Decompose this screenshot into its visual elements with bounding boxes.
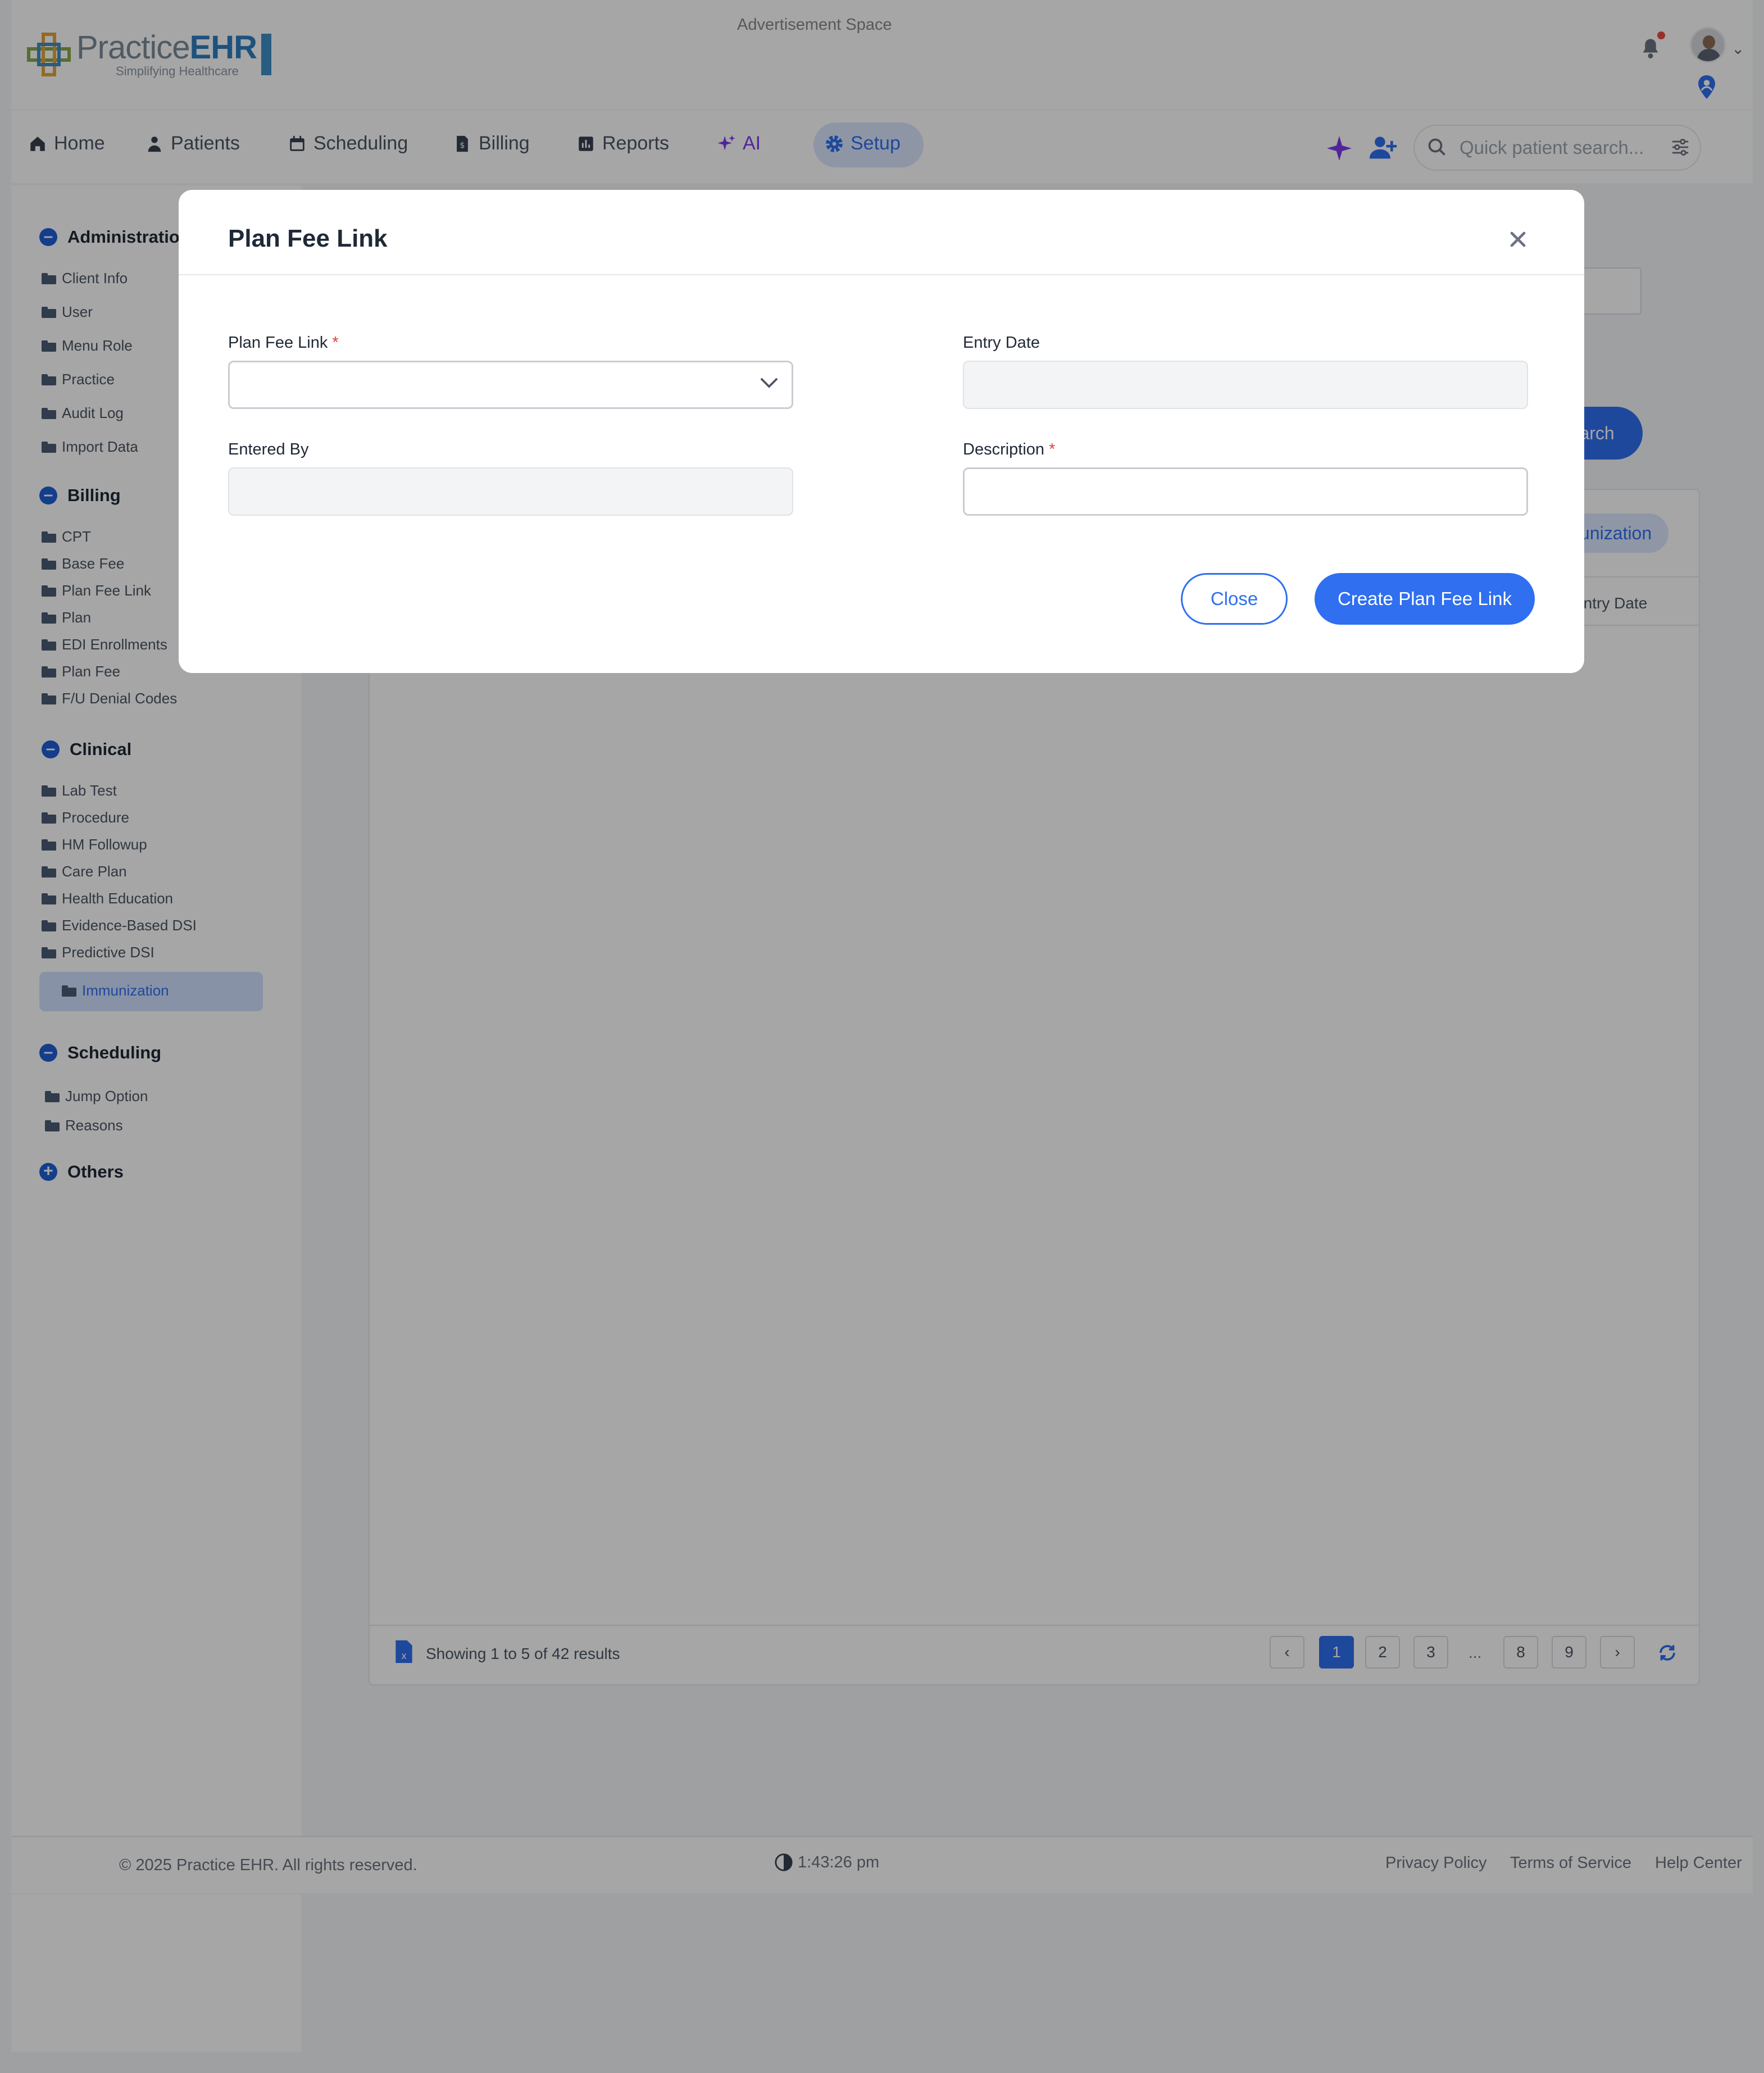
plan-fee-link-label: Plan Fee Link * <box>228 334 339 352</box>
entry-date-label: Entry Date <box>963 334 1040 352</box>
modal-divider <box>179 274 1584 275</box>
plan-fee-link-select[interactable] <box>228 361 793 409</box>
entry-date-field <box>963 361 1528 409</box>
modal-title: Plan Fee Link <box>228 225 388 252</box>
app-page: PracticeEHR Simplifying Healthcare Adver… <box>0 0 1764 2073</box>
required-marker: * <box>1049 440 1056 458</box>
close-button[interactable]: Close <box>1181 573 1288 625</box>
description-input[interactable] <box>963 467 1528 516</box>
required-marker: * <box>332 334 339 352</box>
description-label: Description * <box>963 440 1055 459</box>
close-icon[interactable] <box>1506 227 1530 252</box>
entered-by-label: Entered By <box>228 440 309 458</box>
chevron-down-icon <box>760 378 778 388</box>
entered-by-field <box>228 467 793 516</box>
plan-fee-link-label-text: Plan Fee Link <box>228 334 328 352</box>
description-label-text: Description <box>963 440 1045 458</box>
create-plan-fee-link-button[interactable]: Create Plan Fee Link <box>1315 573 1535 625</box>
